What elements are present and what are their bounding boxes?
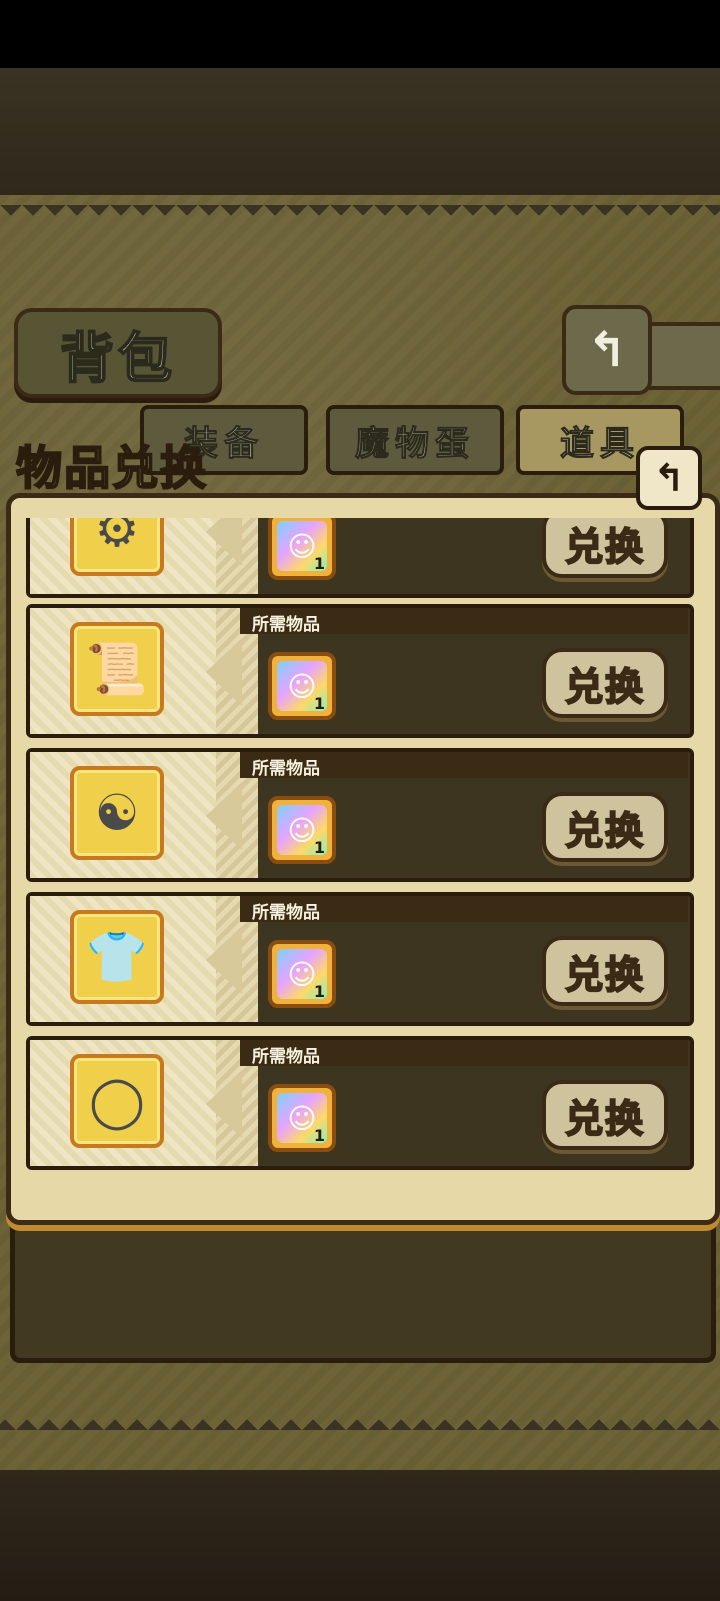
exchange-list[interactable]: ⚙ ☺ 1 兑换 📜 所需物品 ☺ 1 兑换 ☯ 所需物品 ☺ 1 兑换 👕 所… [26, 518, 696, 1178]
rainbow-box-icon[interactable]: ☺ 1 [268, 796, 336, 864]
scroll-icon[interactable]: 📜 [70, 622, 164, 716]
tab-label: 道具 [560, 423, 640, 464]
back-arrow-icon: ↰ [653, 456, 685, 500]
required-header: 所需物品 [240, 608, 688, 635]
back-bar [640, 322, 720, 390]
rainbow-box-icon[interactable]: ☺ 1 [268, 652, 336, 720]
required-header: 所需物品 [240, 1040, 688, 1067]
required-header: 所需物品 [240, 752, 688, 779]
background-top [0, 68, 720, 198]
gears-icon[interactable]: ⚙ [70, 518, 164, 576]
arrow-icon [206, 518, 242, 566]
required-qty: 1 [313, 838, 325, 857]
exchange-row: ☯ 所需物品 ☺ 1 兑换 [26, 748, 694, 882]
exchange-row: 👕 所需物品 ☺ 1 兑换 [26, 892, 694, 1026]
back-arrow-icon: ↰ [586, 322, 628, 378]
exchange-row: ⚙ ☺ 1 兑换 [26, 518, 694, 598]
back-button[interactable]: ↰ [562, 305, 652, 395]
exchange-button-label: 兑换 [564, 663, 645, 710]
arrow-icon [206, 926, 242, 994]
cloth-armor-icon[interactable]: 👕 [70, 910, 164, 1004]
feather-ring-icon[interactable]: ◯ [70, 1054, 164, 1148]
required-header: 所需物品 [240, 896, 688, 923]
screen-title: 背包 [59, 325, 176, 391]
exchange-row: 📜 所需物品 ☺ 1 兑换 [26, 604, 694, 738]
modal-close-button[interactable]: ↰ [636, 446, 702, 510]
exchange-button-label: 兑换 [564, 951, 645, 998]
exchange-button[interactable]: 兑换 [542, 936, 668, 1006]
tab-label: 魔物蛋 [355, 423, 475, 464]
required-label: 所需物品 [252, 1047, 320, 1067]
torn-edge-bottom [0, 1408, 720, 1430]
exchange-button-label: 兑换 [564, 1095, 645, 1142]
exchange-button[interactable]: 兑换 [542, 648, 668, 718]
rainbow-box-icon[interactable]: ☺ 1 [268, 518, 336, 580]
yin-yang-amulet-icon[interactable]: ☯ [70, 766, 164, 860]
arrow-icon [206, 782, 242, 850]
exchange-button[interactable]: 兑换 [542, 518, 668, 578]
required-qty: 1 [313, 694, 325, 713]
tab-monster-egg[interactable]: 魔物蛋 [326, 405, 504, 475]
background-bottom [0, 1470, 720, 1601]
exchange-button-label: 兑换 [564, 523, 645, 570]
exchange-button-label: 兑换 [564, 807, 645, 854]
status-bar [0, 0, 720, 68]
arrow-icon [206, 1070, 242, 1138]
exchange-button[interactable]: 兑换 [542, 792, 668, 862]
screen-title-plate: 背包 [14, 308, 222, 398]
arrow-icon [206, 638, 242, 706]
required-label: 所需物品 [252, 615, 320, 635]
inventory-panel-bottom [10, 1222, 716, 1363]
required-qty: 1 [313, 1126, 325, 1145]
rainbow-box-icon[interactable]: ☺ 1 [268, 1084, 336, 1152]
modal-title: 物品兑换 [15, 440, 208, 496]
required-label: 所需物品 [252, 759, 320, 779]
exchange-row: ◯ 所需物品 ☺ 1 兑换 [26, 1036, 694, 1170]
required-label: 所需物品 [252, 903, 320, 923]
rainbow-box-icon[interactable]: ☺ 1 [268, 940, 336, 1008]
exchange-button[interactable]: 兑换 [542, 1080, 668, 1150]
required-qty: 1 [313, 554, 325, 573]
required-qty: 1 [313, 982, 325, 1001]
torn-edge-top [0, 205, 720, 227]
